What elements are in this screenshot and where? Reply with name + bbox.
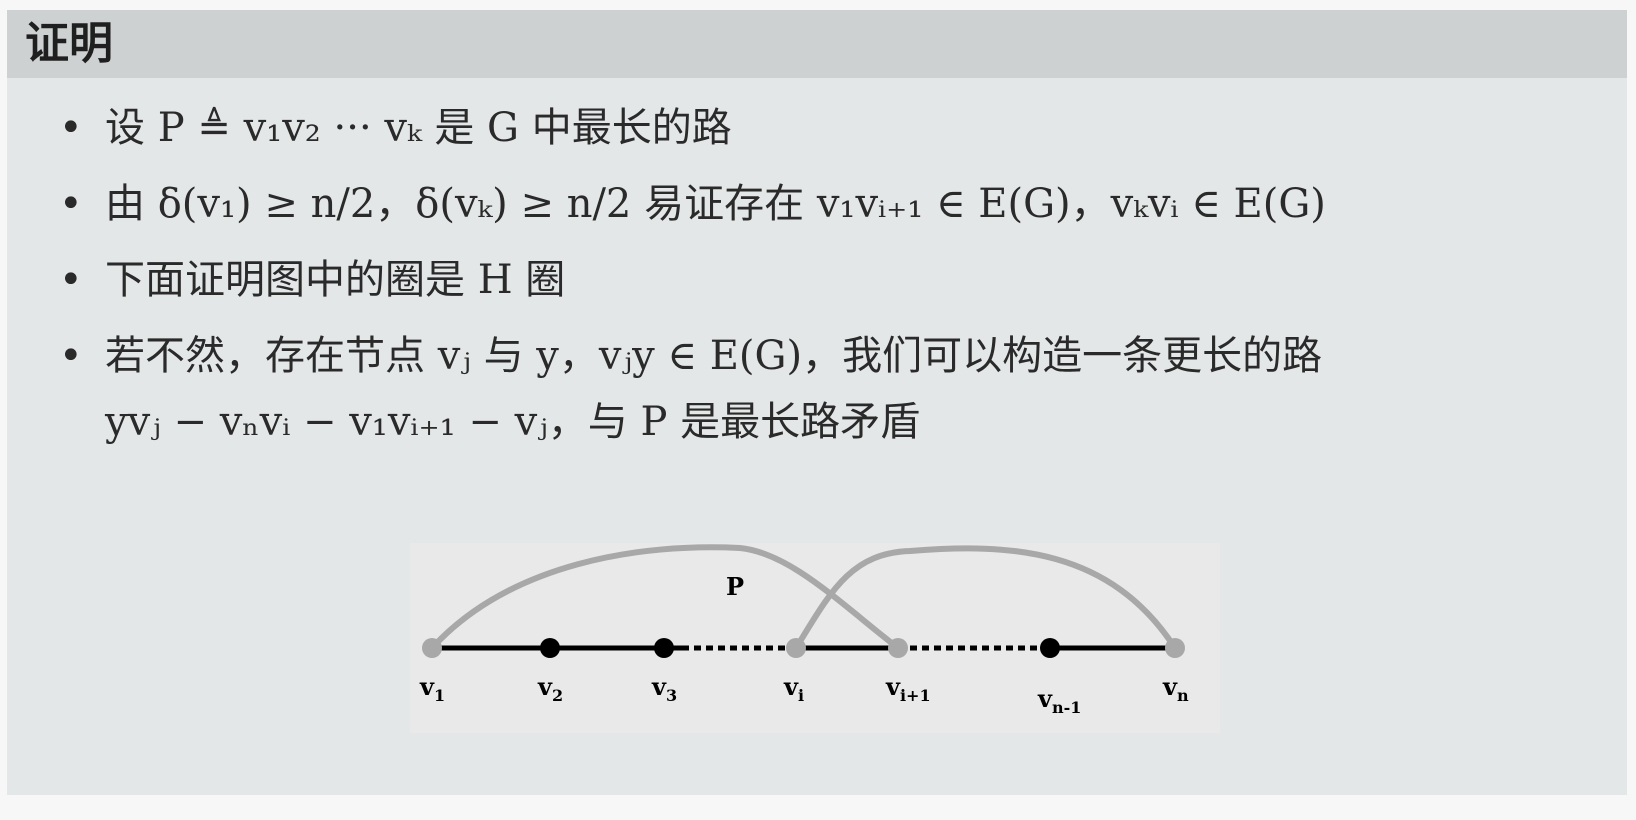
path-diagram: P v1 v2 v3 vi vi+1 vn-1 vn: [410, 543, 1220, 733]
bullet-text-continuation: yvⱼ − vₙvᵢ − v₁vᵢ₊₁ − vⱼ，与 P 是最长路矛盾: [105, 399, 921, 445]
node-label-subscript: n: [1177, 686, 1189, 705]
bullet-dot-icon: •: [59, 181, 83, 227]
node-label-letter: v: [1162, 672, 1178, 701]
node-v3: [654, 638, 674, 658]
slide-header: 证明: [7, 10, 1627, 78]
bullet-text: 由 δ(v₁) ≥ n/2，δ(vₖ) ≥ n/2 易证存在 v₁vᵢ₊₁ ∈ …: [105, 181, 1326, 227]
node-label-subscript: 3: [666, 686, 677, 705]
node-v2: [540, 638, 560, 658]
node-label-vn-1: vn-1: [1037, 684, 1081, 717]
bullet-text: 若不然，存在节点 vⱼ 与 y，vⱼy ∈ E(G)，我们可以构造一条更长的路: [105, 333, 1323, 379]
node-label-subscript: 1: [434, 686, 445, 705]
node-label-letter: v: [783, 672, 799, 701]
node-v1: [422, 638, 442, 658]
node-vi: [786, 638, 806, 658]
node-label-v1: v1: [419, 672, 445, 705]
node-label-letter: v: [651, 672, 667, 701]
node-label-letter: v: [537, 672, 553, 701]
node-label-subscript: i+1: [900, 686, 931, 705]
node-label-vi: vi: [783, 672, 804, 705]
node-label-letter: v: [419, 672, 435, 701]
path-diagram-svg: P v1 v2 v3 vi vi+1 vn-1vn: [419, 544, 1189, 717]
bullet-dot-icon: •: [59, 257, 83, 303]
node-label-subscript: 2: [552, 686, 563, 705]
node-label-vn: vn: [1162, 672, 1189, 705]
node-vn: [1165, 638, 1185, 658]
curve-vi-vn: [793, 545, 1178, 650]
bullet-dot-icon: •: [59, 105, 83, 151]
node-vi+1: [888, 638, 908, 658]
bullet-text: 设 P ≜ v₁v₂ ··· vₖ 是 G 中最长的路: [105, 105, 732, 151]
node-labels-group: v1 v2 v3 vi vi+1 vn-1vn: [419, 672, 1189, 717]
node-label-vi+1: vi+1: [885, 672, 931, 705]
node-label-letter: v: [1037, 684, 1053, 713]
bullet-dot-icon: •: [59, 333, 83, 379]
node-vn-1: [1040, 638, 1060, 658]
node-label-v3: v3: [651, 672, 677, 705]
node-label-subscript: i: [798, 686, 804, 705]
node-label-v2: v2: [537, 672, 563, 705]
slide: 证明 • 设 P ≜ v₁v₂ ··· vₖ 是 G 中最长的路 • 由 δ(v…: [7, 10, 1627, 795]
slide-title: 证明: [25, 18, 113, 69]
bullet-text: 下面证明图中的圈是 H 圈: [105, 257, 566, 303]
path-label: P: [726, 572, 744, 601]
node-label-subscript: n-1: [1052, 698, 1081, 717]
node-label-letter: v: [885, 672, 901, 701]
